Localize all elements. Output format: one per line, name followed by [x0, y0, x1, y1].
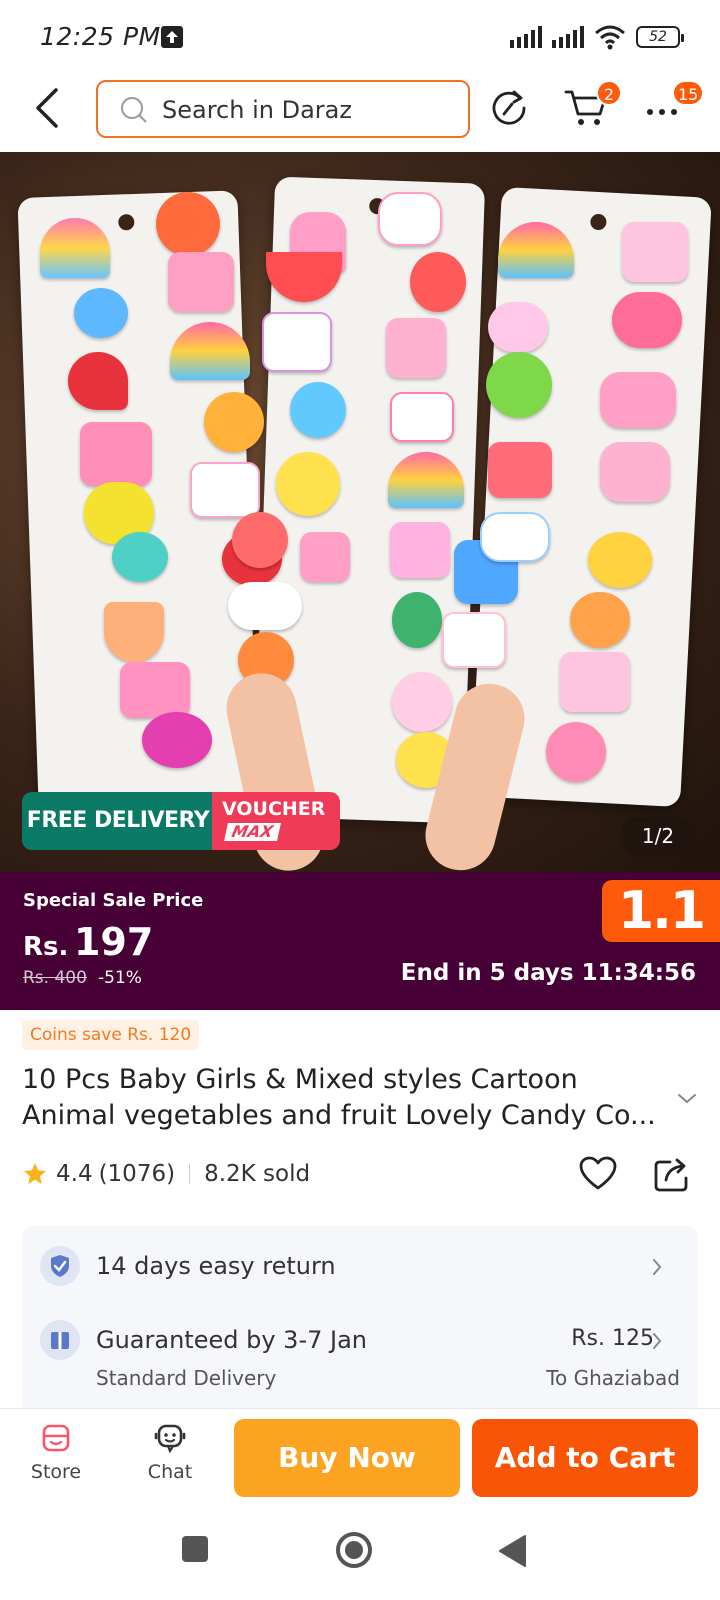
chevron-right-icon [653, 1333, 662, 1349]
discount-percent: -51% [98, 968, 142, 988]
signal-icon [552, 26, 584, 48]
service-info-box: 14 days easy return Guaranteed by 3-7 Ja… [22, 1226, 698, 1416]
cart-count-badge: 2 [596, 80, 622, 106]
free-delivery-badge: FREE DELIVERY [22, 792, 214, 850]
product-title[interactable]: 10 Pcs Baby Girls & Mixed styles Cartoon… [22, 1062, 672, 1134]
signal-icon [510, 26, 542, 48]
delivery-type: Standard Delivery [96, 1366, 277, 1390]
star-icon [24, 1163, 46, 1184]
home-icon[interactable] [334, 1530, 374, 1570]
delivery-guarantee: Guaranteed by 3-7 Jan [96, 1326, 367, 1354]
voucher-title: VOUCHER [222, 798, 326, 820]
rating-value: 4.4 [56, 1161, 93, 1187]
search-placeholder: Search in Daraz [162, 96, 352, 124]
price-amount: 197 [73, 920, 154, 964]
chat-label: Chat [147, 1461, 193, 1483]
back-nav-icon[interactable] [496, 1534, 528, 1568]
delivery-price: Rs. 125 [571, 1326, 654, 1351]
system-navigation-bar [0, 1512, 720, 1600]
image-pager: 1/2 [620, 817, 696, 855]
voucher-max-badge: VOUCHER MAX [212, 792, 340, 850]
shield-icon [40, 1246, 80, 1286]
status-bar: 12:25 PM 52 [0, 0, 720, 72]
battery-icon: 52 [636, 26, 684, 48]
upload-icon [161, 26, 183, 48]
chevron-right-icon [653, 1259, 662, 1275]
cart-button[interactable]: 2 [564, 80, 622, 132]
status-time: 12:25 PM [40, 22, 161, 51]
share-icon[interactable] [652, 1154, 692, 1194]
store-label: Store [30, 1461, 82, 1483]
rating-row[interactable]: 4.4 (1076) 8.2K sold [22, 1154, 310, 1194]
notification-badge: 15 [672, 80, 705, 106]
original-price: Rs. 400 [23, 968, 87, 988]
current-price: Rs. 197 [23, 920, 153, 964]
chevron-down-icon[interactable] [676, 1092, 698, 1106]
store-button[interactable]: Store [16, 1423, 96, 1493]
store-icon [42, 1424, 70, 1452]
wifi-icon [595, 25, 625, 50]
delivery-location: To Ghaziabad [546, 1366, 680, 1390]
price-band: Special Sale Price Rs. 197 Rs. 400 -51% … [0, 872, 720, 1010]
campaign-badge: 1.1 [602, 880, 720, 942]
chat-icon [154, 1424, 186, 1453]
add-to-cart-button[interactable]: Add to Cart [472, 1419, 698, 1497]
search-input[interactable]: Search in Daraz [96, 80, 470, 138]
heart-icon[interactable] [578, 1154, 618, 1194]
top-header: Search in Daraz 2 15 [0, 72, 720, 152]
price-currency: Rs. [23, 932, 69, 962]
divider [189, 1164, 191, 1184]
buy-now-button[interactable]: Buy Now [234, 1419, 460, 1497]
search-icon [121, 97, 147, 123]
status-indicators: 52 [510, 22, 684, 52]
sale-label: Special Sale Price [23, 890, 204, 911]
more-button[interactable]: 15 [644, 80, 705, 134]
bottom-action-bar: Store Chat Buy Now Add to Cart [0, 1408, 720, 1512]
recent-apps-icon[interactable] [180, 1534, 210, 1564]
coins-badge[interactable]: Coins save Rs. 120 [22, 1020, 200, 1050]
review-count: (1076) [98, 1161, 176, 1187]
delivery-box-icon [40, 1320, 80, 1360]
back-arrow-icon[interactable] [30, 86, 66, 130]
sold-count: 8.2K sold [204, 1161, 311, 1187]
chat-button[interactable]: Chat [130, 1423, 210, 1493]
voucher-subtitle: MAX [224, 822, 281, 841]
product-image-gallery[interactable]: FREE DELIVERY VOUCHER MAX 1/2 [0, 152, 720, 872]
return-policy-text: 14 days easy return [96, 1252, 336, 1280]
sale-countdown: End in 5 days 11:34:56 [400, 960, 696, 986]
history-icon[interactable] [490, 88, 528, 126]
